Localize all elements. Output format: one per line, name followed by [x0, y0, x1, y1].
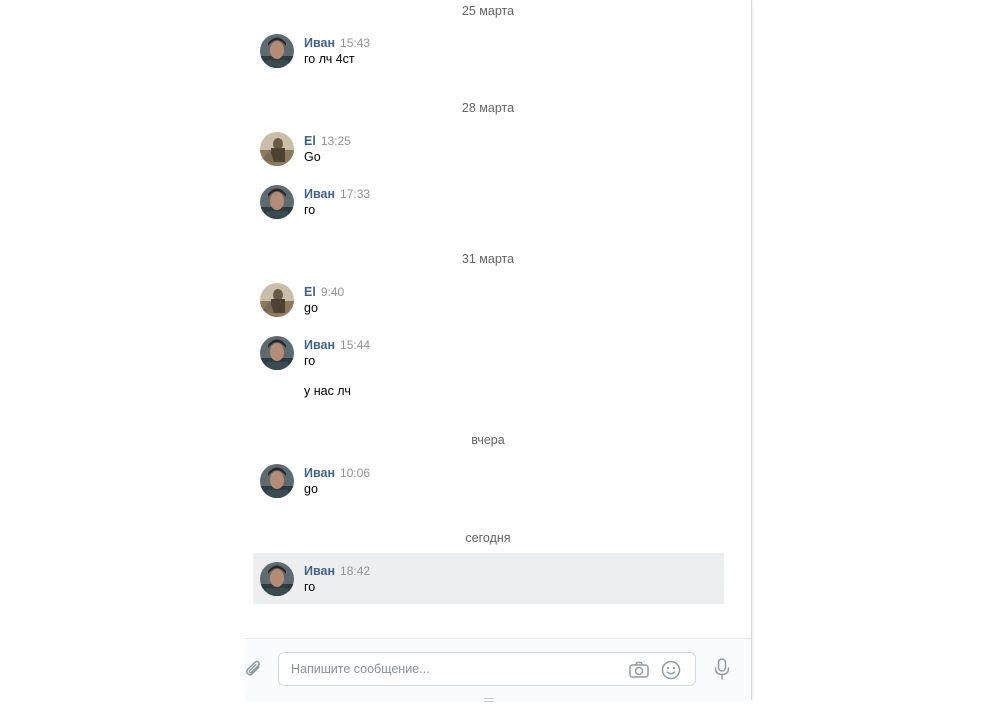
message-text: го	[304, 203, 316, 217]
el-avatar[interactable]	[260, 283, 294, 317]
message-item[interactable]: El 9:40 go	[253, 283, 724, 323]
message-text: go	[304, 482, 318, 496]
message-time[interactable]: 9:40	[321, 285, 344, 299]
message-author[interactable]: Иван	[304, 36, 335, 50]
el-avatar[interactable]	[260, 132, 294, 166]
date-separator: 25 марта	[461, 4, 515, 18]
message-time[interactable]: 15:44	[340, 338, 370, 352]
ivan-avatar[interactable]	[260, 34, 294, 68]
chat-panel: 25 марта Иван 15:43 го лч 4ст 28 марта El…	[243, 0, 752, 702]
message-input[interactable]	[291, 653, 611, 685]
message-item[interactable]: Иван 18:42 го	[253, 553, 724, 604]
message-item[interactable]: Иван 15:43 го лч 4ст	[253, 34, 724, 74]
date-separator: сегодня	[465, 531, 511, 545]
message-item[interactable]: Иван 15:44 го у нас лч	[253, 336, 724, 406]
ivan-avatar[interactable]	[260, 185, 294, 219]
camera-icon[interactable]	[628, 659, 650, 681]
date-separator: вчера	[471, 433, 505, 447]
message-input-box[interactable]	[278, 652, 696, 686]
message-composer	[243, 638, 751, 702]
message-time[interactable]: 18:42	[340, 564, 370, 578]
date-separator: 28 марта	[461, 101, 515, 115]
message-text: го	[304, 580, 316, 594]
ivan-avatar[interactable]	[260, 336, 294, 370]
ivan-avatar[interactable]	[260, 562, 294, 596]
ivan-avatar[interactable]	[260, 464, 294, 498]
message-item[interactable]: Иван 10:06 go	[253, 464, 724, 504]
resize-handle-icon[interactable]	[483, 692, 495, 702]
message-item[interactable]: El 13:25 Go	[253, 132, 724, 172]
message-text: го	[304, 354, 316, 368]
message-text: go	[304, 301, 318, 315]
message-author[interactable]: Иван	[304, 466, 335, 480]
paperclip-icon[interactable]	[243, 658, 265, 680]
message-author[interactable]: Иван	[304, 564, 335, 578]
microphone-icon[interactable]	[711, 657, 733, 681]
message-author[interactable]: Иван	[304, 338, 335, 352]
message-time[interactable]: 13:25	[321, 134, 351, 148]
message-author[interactable]: Иван	[304, 187, 335, 201]
message-time[interactable]: 15:43	[340, 36, 370, 50]
message-history[interactable]: 25 марта Иван 15:43 го лч 4ст 28 марта El…	[245, 0, 751, 638]
date-separator: 31 марта	[461, 252, 515, 266]
message-time[interactable]: 10:06	[340, 466, 370, 480]
message-author[interactable]: El	[304, 285, 316, 299]
message-text: у нас лч	[304, 384, 351, 398]
message-item[interactable]: Иван 17:33 го	[253, 185, 724, 225]
message-text: го лч 4ст	[304, 52, 355, 66]
message-text: Go	[304, 150, 321, 164]
message-time[interactable]: 17:33	[340, 187, 370, 201]
smile-icon[interactable]	[660, 659, 682, 681]
message-author[interactable]: El	[304, 134, 316, 148]
